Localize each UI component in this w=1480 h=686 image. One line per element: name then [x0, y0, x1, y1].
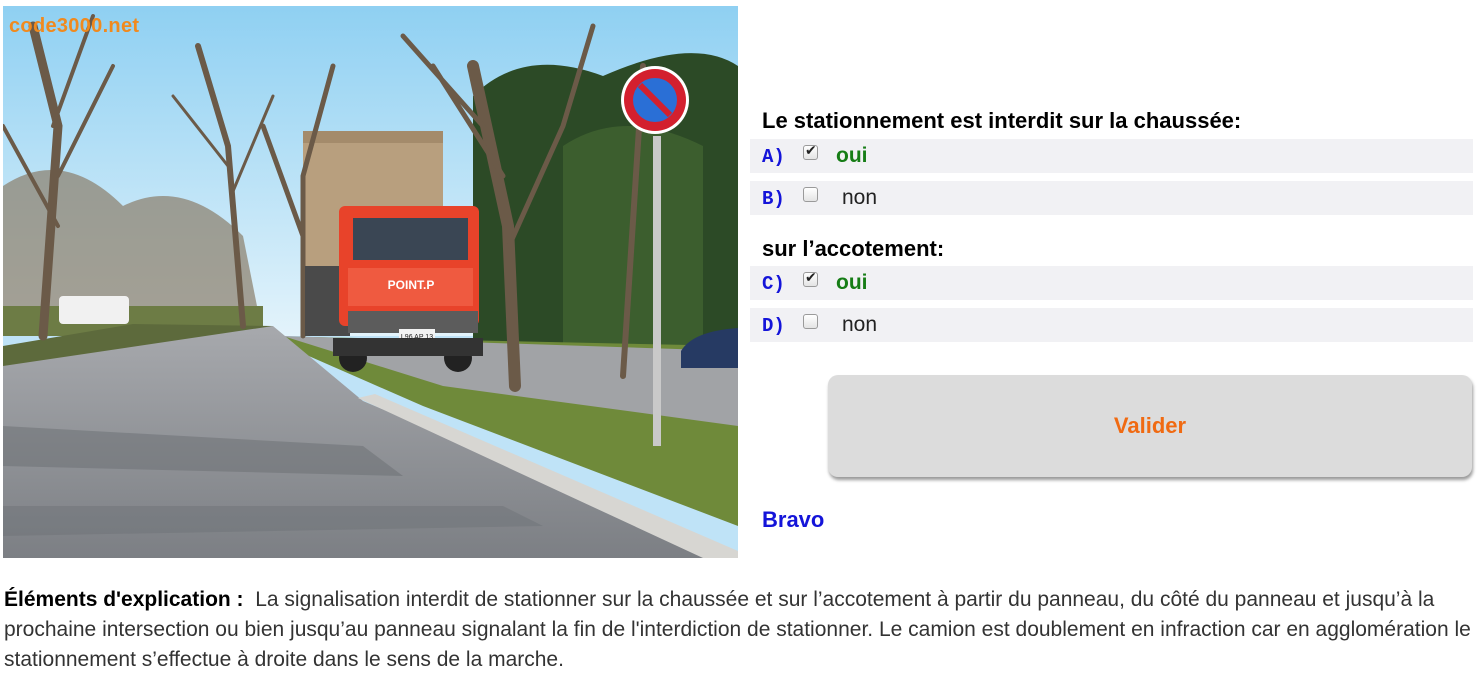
question-title-shoulder: sur l’accotement:	[762, 236, 945, 261]
option-checkbox[interactable]	[803, 143, 818, 160]
option-letter: A)	[762, 146, 785, 168]
watermark: code3000.net	[9, 15, 140, 37]
van-shape	[59, 296, 129, 324]
street-scene-illustration: POINT.P L96 AP 13	[3, 6, 738, 558]
explanation-paragraph: Éléments d'explication : La signalisatio…	[4, 585, 1474, 675]
option-letter: C)	[762, 273, 785, 295]
option-letter: B)	[762, 188, 785, 210]
option-letter: D)	[762, 315, 785, 337]
answer-option-c[interactable]: C) oui	[750, 266, 1473, 300]
sign-pole	[653, 136, 661, 446]
option-label: non	[842, 313, 878, 336]
answer-option-d[interactable]: D) non	[750, 308, 1473, 342]
answer-option-b[interactable]: B) non	[750, 181, 1473, 215]
scene-photo: POINT.P L96 AP 13 code3000.net	[3, 6, 738, 558]
explanation-label: Éléments d'explication :	[4, 588, 244, 611]
option-label: oui	[836, 144, 868, 167]
answer-option-a[interactable]: A) oui	[750, 139, 1473, 173]
option-label: non	[842, 186, 878, 209]
validate-button[interactable]: Valider	[828, 375, 1472, 477]
truck-plate-text: L96 AP 13	[401, 334, 433, 341]
option-checkbox[interactable]	[803, 187, 818, 202]
option-label: oui	[836, 271, 868, 294]
option-checkbox[interactable]	[803, 270, 818, 287]
option-checkbox[interactable]	[803, 314, 818, 329]
truck-brand-text: POINT.P	[388, 278, 435, 292]
question-title-roadway: Le stationnement est interdit sur la cha…	[762, 108, 1242, 133]
no-parking-sign-icon	[621, 66, 689, 134]
feedback-message: Bravo	[762, 507, 825, 532]
